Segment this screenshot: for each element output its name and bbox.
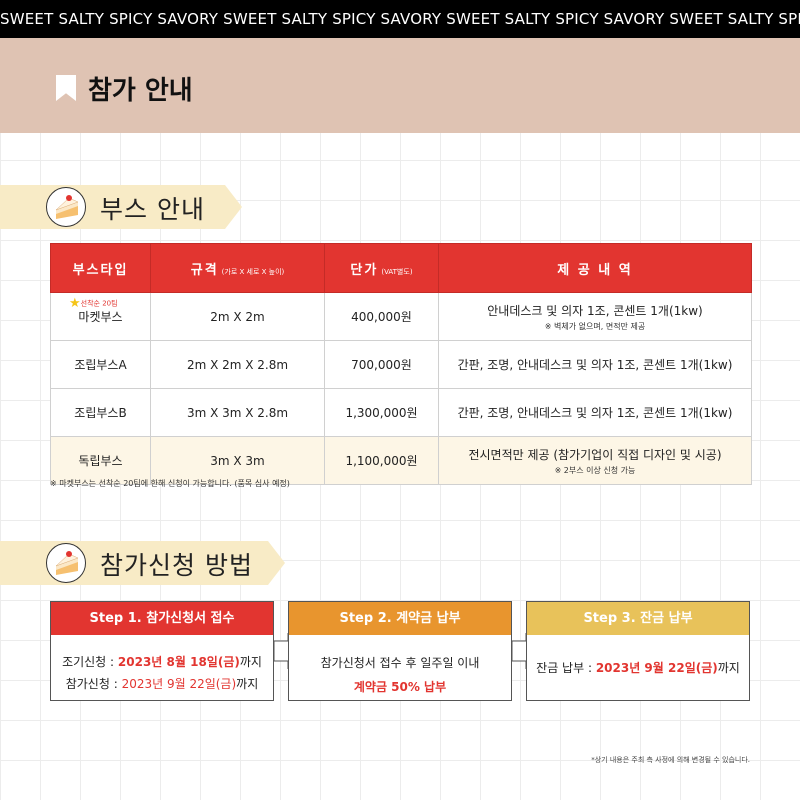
provide-cell: 전시면적만 제공 (참가기업이 직접 디자인 및 시공) ※ 2부스 이상 신청 … bbox=[438, 436, 752, 485]
cake-icon bbox=[46, 543, 86, 583]
booth-section-title: 부스 안내 bbox=[100, 195, 205, 224]
first-come-badge: ★선착순 20팀 bbox=[69, 296, 118, 311]
table-row: ★선착순 20팀 마켓부스 2m X 2m 400,000원 안내데스크 및 의… bbox=[50, 292, 752, 341]
header-price: 단가 (VAT별도) bbox=[324, 243, 439, 293]
size-cell: 2m X 2m bbox=[150, 292, 325, 341]
star-icon: ★ bbox=[69, 296, 81, 311]
cake-icon bbox=[46, 187, 86, 227]
step-2-title: Step 2. 계약금 납부 bbox=[289, 602, 511, 635]
step-3-box: Step 3. 잔금 납부 잔금 납부 : 2023년 9월 22일(금)까지 bbox=[526, 601, 750, 701]
step-2-line1: 참가신청서 접수 후 일주일 이내 bbox=[320, 656, 480, 670]
page-header: 참가 안내 bbox=[0, 38, 800, 133]
apply-section-title: 참가신청 방법 bbox=[100, 551, 253, 580]
page-title: 참가 안내 bbox=[88, 76, 193, 106]
booth-type-cell: 조립부스B bbox=[50, 388, 151, 437]
price-cell: 700,000원 bbox=[324, 340, 439, 389]
bookmark-icon bbox=[56, 75, 76, 101]
step-3-title: Step 3. 잔금 납부 bbox=[527, 602, 749, 635]
price-cell: 400,000원 bbox=[324, 292, 439, 341]
provide-cell: 간판, 조명, 안내데스크 및 의자 1조, 콘센트 1개(1kw) bbox=[438, 340, 752, 389]
header-booth-type: 부스타입 bbox=[50, 243, 151, 293]
step-1-box: Step 1. 참가신청서 접수 조기신청 : 2023년 8월 18일(금)까… bbox=[50, 601, 274, 701]
header-provide: 제 공 내 역 bbox=[438, 243, 752, 293]
step-2-box: Step 2. 계약금 납부 참가신청서 접수 후 일주일 이내 계약금 50%… bbox=[288, 601, 512, 701]
table-footnote: ※ 마켓부스는 선착순 20팀에 한해 신청이 가능합니다. (품목 심사 예정… bbox=[50, 479, 290, 488]
booth-type-cell: ★선착순 20팀 마켓부스 bbox=[50, 292, 151, 341]
table-row: 조립부스B 3m X 3m X 2.8m 1,300,000원 간판, 조명, … bbox=[50, 388, 752, 437]
price-cell: 1,300,000원 bbox=[324, 388, 439, 437]
footer-note: *상기 내용은 주최 측 사정에 의해 변경될 수 있습니다. bbox=[591, 756, 750, 764]
booth-type-cell: 조립부스A bbox=[50, 340, 151, 389]
booth-table: 부스타입 규격 (가로 X 세로 X 높이) 단가 (VAT별도) 제 공 내 역 … bbox=[50, 243, 752, 485]
provide-cell: 간판, 조명, 안내데스크 및 의자 1조, 콘센트 1개(1kw) bbox=[438, 388, 752, 437]
size-cell: 3m X 3m X 2.8m bbox=[150, 388, 325, 437]
step-1-title: Step 1. 참가신청서 접수 bbox=[51, 602, 273, 635]
marquee-banner: SWEET SALTY SPICY SAVORY SWEET SALTY SPI… bbox=[0, 0, 800, 38]
table-row: 조립부스A 2m X 2m X 2.8m 700,000원 간판, 조명, 안내… bbox=[50, 340, 752, 389]
price-cell: 1,100,000원 bbox=[324, 436, 439, 485]
provide-cell: 안내데스크 및 의자 1조, 콘센트 1개(1kw) ※ 벽체가 없으며, 면적만… bbox=[438, 292, 752, 341]
header-size: 규격 (가로 X 세로 X 높이) bbox=[150, 243, 325, 293]
step-2-line2: 계약금 50% 납부 bbox=[353, 680, 447, 694]
size-cell: 2m X 2m X 2.8m bbox=[150, 340, 325, 389]
